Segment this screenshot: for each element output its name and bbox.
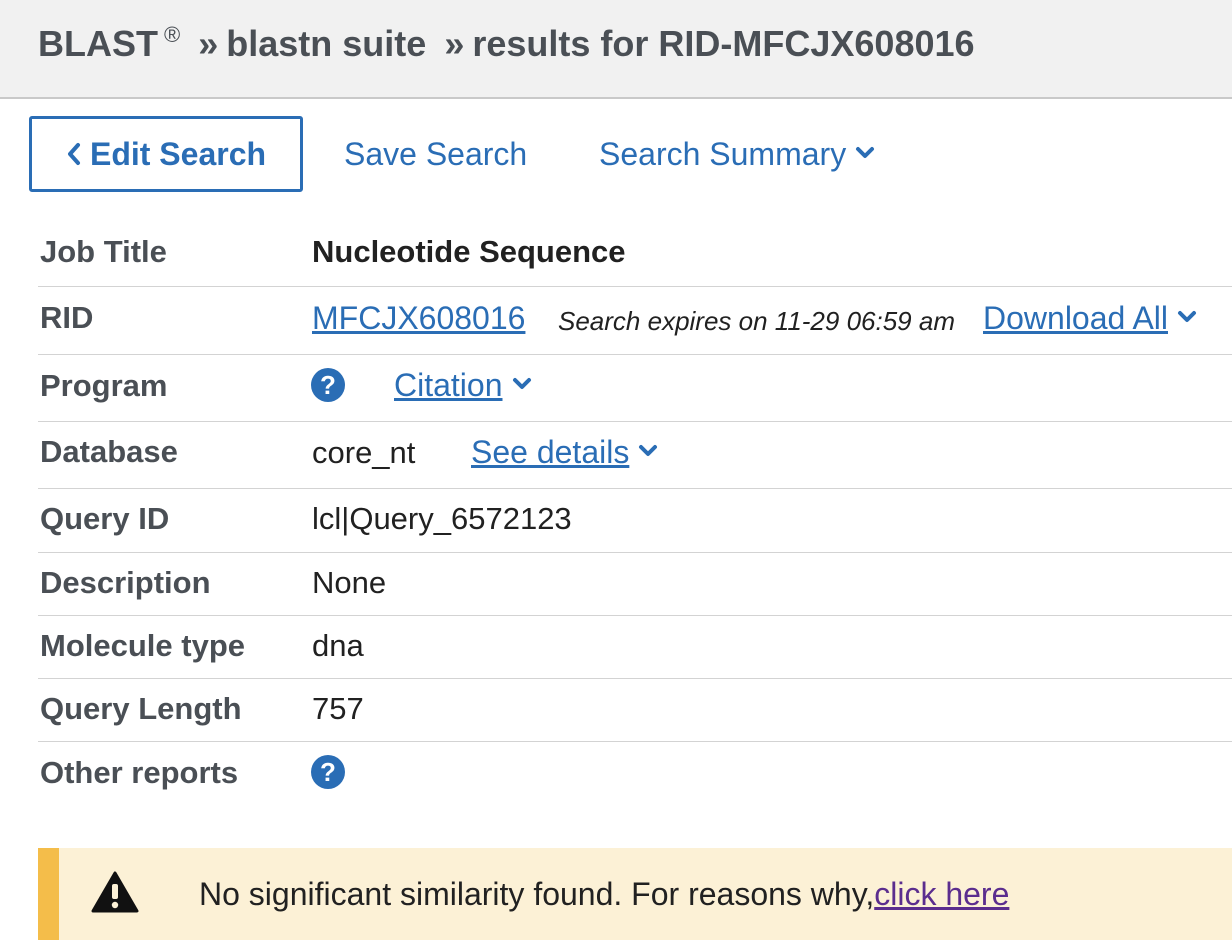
- other-reports-label: Other reports: [40, 755, 239, 790]
- molecule-type-value: dna: [312, 628, 364, 663]
- query-length-value: 757: [312, 691, 364, 726]
- breadcrumb-results: results for RID-MFCJX608016: [472, 23, 975, 64]
- help-icon[interactable]: ?: [311, 755, 345, 789]
- breadcrumb-blast[interactable]: BLAST: [38, 23, 158, 64]
- info-row-database: Database core_nt See details: [38, 422, 1232, 489]
- description-value: None: [312, 565, 387, 600]
- see-details-dropdown[interactable]: See details: [471, 434, 659, 471]
- search-expires-text: Search expires on 11-29 06:59 am: [558, 306, 955, 336]
- chevron-down-icon: [639, 445, 658, 456]
- description-label: Description: [40, 565, 211, 600]
- download-all-label: Download All: [983, 300, 1168, 336]
- warning-icon: [91, 871, 139, 913]
- molecule-type-label: Molecule type: [40, 628, 245, 663]
- info-row-molecule-type: Molecule type dna: [38, 616, 1232, 679]
- rid-link[interactable]: MFCJX608016: [312, 300, 525, 337]
- rid-label: RID: [40, 300, 94, 335]
- info-row-program: Program ? Citation: [38, 355, 1232, 422]
- info-row-rid: RID MFCJX608016 Search expires on 11-29 …: [38, 287, 1232, 355]
- download-all-dropdown[interactable]: Download All: [983, 300, 1198, 337]
- alert-message: No significant similarity found. For rea…: [199, 876, 1009, 913]
- edit-search-button[interactable]: Edit Search: [29, 116, 303, 192]
- registered-mark: ®: [164, 22, 181, 47]
- search-summary-dropdown[interactable]: Search Summary: [599, 136, 876, 173]
- info-row-query-length: Query Length 757: [38, 679, 1232, 742]
- citation-label: Citation: [394, 367, 503, 403]
- breadcrumb-separator: »: [444, 23, 465, 64]
- breadcrumb: BLAST ® » blastn suite » results for RID-MF…: [38, 22, 975, 65]
- info-row-description: Description None: [38, 553, 1232, 616]
- no-results-alert: No significant similarity found. For rea…: [38, 848, 1232, 940]
- alert-text: No significant similarity found. For rea…: [199, 876, 875, 912]
- citation-dropdown[interactable]: Citation: [394, 367, 533, 404]
- help-icon[interactable]: ?: [311, 368, 345, 402]
- page-header: BLAST ® » blastn suite » results for RID-MF…: [0, 0, 1232, 99]
- job-title-label: Job Title: [40, 234, 167, 269]
- query-id-value: lcl|Query_6572123: [312, 501, 572, 536]
- chevron-down-icon: [856, 147, 875, 158]
- search-summary-label: Search Summary: [599, 136, 847, 172]
- job-title-value: Nucleotide Sequence: [312, 234, 626, 269]
- breadcrumb-separator: »: [198, 23, 219, 64]
- save-search-link[interactable]: Save Search: [344, 136, 527, 173]
- info-row-query-id: Query ID lcl|Query_6572123: [38, 489, 1232, 553]
- edit-search-label: Edit Search: [89, 135, 267, 172]
- query-length-label: Query Length: [40, 691, 242, 726]
- database-value: core_nt: [312, 435, 416, 470]
- chevron-down-icon: [512, 378, 531, 389]
- chevron-left-icon: [67, 143, 80, 165]
- program-label: Program: [40, 368, 168, 403]
- info-row-other-reports: Other reports ?: [38, 742, 1232, 804]
- breadcrumb-suite[interactable]: blastn suite: [226, 23, 426, 64]
- click-here-link[interactable]: click here: [874, 876, 1009, 912]
- database-label: Database: [40, 434, 178, 469]
- chevron-down-icon: [1178, 311, 1196, 322]
- info-row-job-title: Job Title Nucleotide Sequence: [38, 220, 1232, 287]
- see-details-label: See details: [471, 434, 630, 470]
- query-id-label: Query ID: [40, 501, 170, 536]
